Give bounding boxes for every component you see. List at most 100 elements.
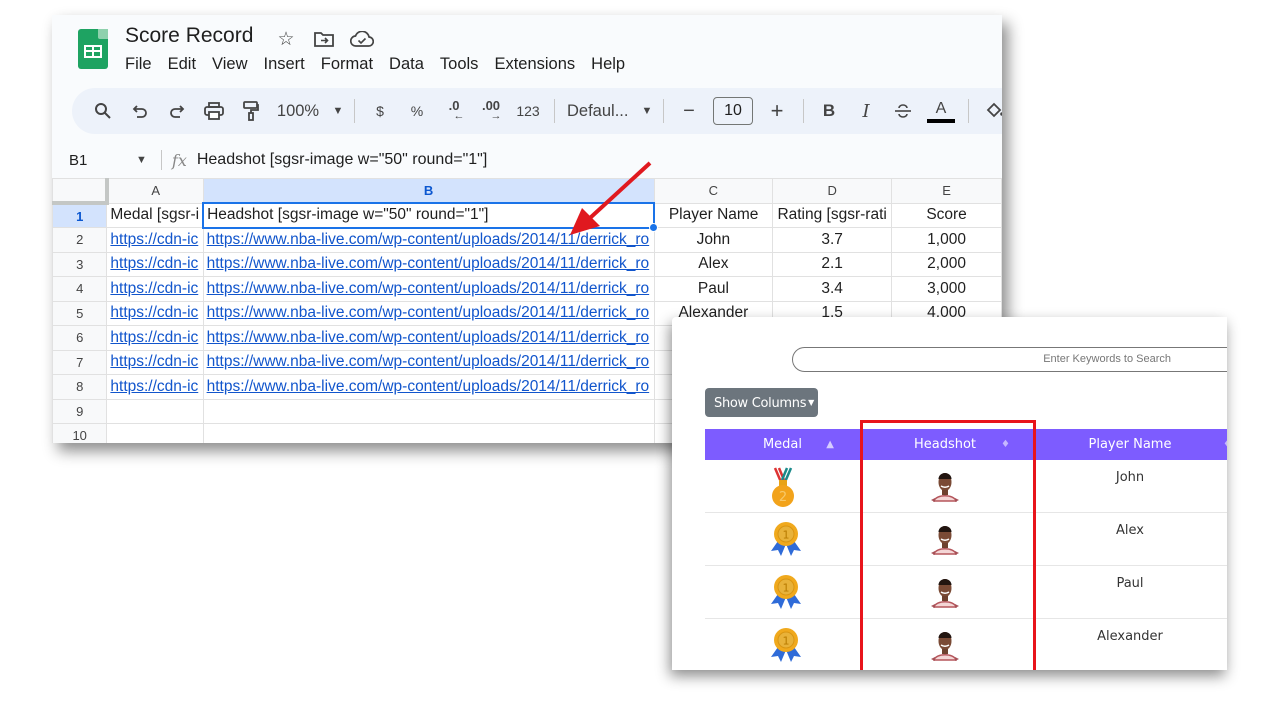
column-header-e[interactable]: E [891, 178, 1002, 204]
font-size-input[interactable]: 10 [713, 97, 753, 125]
cell-rating[interactable]: 3.4 [772, 276, 893, 302]
column-header-player-name[interactable]: Player Name ♦ [1030, 429, 1227, 460]
italic-button[interactable]: I [853, 96, 879, 126]
table-row: 2 John [705, 460, 1227, 513]
menu-bar: File Edit View Insert Format Data Tools … [125, 55, 641, 74]
redo-icon[interactable] [164, 96, 190, 126]
row-header[interactable]: 2 [52, 227, 108, 253]
empty-cell[interactable] [106, 398, 204, 424]
cell-medal-url[interactable]: https://cdn-ic [106, 325, 204, 351]
cloud-saved-icon[interactable] [350, 27, 374, 51]
cell-b1-active[interactable]: Headshot [sgsr-image w="50" round="1"] [202, 202, 659, 232]
column-header-a[interactable]: A [106, 178, 204, 204]
move-to-folder-icon[interactable] [312, 27, 336, 51]
formula-input[interactable]: Headshot [sgsr-image w="50" round="1"] [197, 151, 487, 169]
cell-headshot-url[interactable]: https://www.nba-live.com/wp-content/uplo… [202, 276, 655, 302]
cell-player-name[interactable]: John [653, 227, 774, 253]
row-header[interactable]: 5 [52, 300, 108, 326]
row-header[interactable]: 9 [52, 398, 108, 424]
row-header[interactable]: 1 [52, 202, 108, 228]
row-header[interactable]: 3 [52, 251, 108, 277]
format-percent-button[interactable]: % [404, 96, 430, 126]
column-header-b[interactable]: B [202, 178, 655, 204]
paint-format-icon[interactable] [238, 96, 264, 126]
row-header[interactable]: 4 [52, 276, 108, 302]
row-header[interactable]: 10 [52, 423, 108, 443]
cell-a1[interactable]: Medal [sgsr-i [106, 202, 204, 228]
font-chevron-down-icon[interactable]: ▼ [641, 96, 653, 126]
menu-help[interactable]: Help [591, 55, 633, 74]
cell-medal-url[interactable]: https://cdn-ic [106, 276, 204, 302]
cell-medal-url[interactable]: https://cdn-ic [106, 227, 204, 253]
column-header-d[interactable]: D [772, 178, 893, 204]
row-header[interactable]: 7 [52, 349, 108, 375]
cell-d1[interactable]: Rating [sgsr-rati [772, 202, 893, 228]
cell-e1[interactable]: Score [891, 202, 1002, 228]
sheets-logo-icon[interactable] [78, 29, 108, 69]
menu-extensions[interactable]: Extensions [494, 55, 583, 74]
cell-headshot-url[interactable]: https://www.nba-live.com/wp-content/uplo… [202, 349, 655, 375]
menu-insert[interactable]: Insert [264, 55, 313, 74]
show-columns-button[interactable]: Show Columns ▼ [705, 388, 818, 417]
increase-font-size-button[interactable]: + [764, 96, 790, 126]
cell-medal-url[interactable]: https://cdn-ic [106, 349, 204, 375]
fill-color-icon[interactable] [981, 96, 1002, 126]
cell-headshot-url[interactable]: https://www.nba-live.com/wp-content/uplo… [202, 251, 655, 277]
cell-rating[interactable]: 2.1 [772, 251, 893, 277]
menu-format[interactable]: Format [321, 55, 381, 74]
bold-button[interactable]: B [816, 96, 842, 126]
column-header-c[interactable]: C [653, 178, 774, 204]
star-icon[interactable]: ☆ [274, 27, 298, 51]
empty-cell[interactable] [202, 398, 655, 424]
undo-icon[interactable] [127, 96, 153, 126]
menu-file[interactable]: File [125, 55, 160, 74]
document-title[interactable]: Score Record [125, 24, 253, 48]
decrease-font-size-button[interactable]: − [676, 96, 702, 126]
cell-headshot-url[interactable]: https://www.nba-live.com/wp-content/uplo… [202, 300, 655, 326]
name-box-chevron-down-icon[interactable]: ▼ [136, 154, 147, 166]
cell-headshot [860, 513, 1030, 565]
increase-decimal-button[interactable]: .00 → [478, 96, 504, 126]
cell-headshot-url[interactable]: https://www.nba-live.com/wp-content/uplo… [202, 325, 655, 351]
cell-medal-url[interactable]: https://cdn-ic [106, 251, 204, 277]
column-header-medal[interactable]: Medal ▲ [705, 429, 860, 460]
row-header[interactable]: 8 [52, 374, 108, 400]
name-box[interactable]: B1 [52, 152, 124, 169]
cell-score[interactable]: 3,000 [891, 276, 1002, 302]
menu-edit[interactable]: Edit [168, 55, 204, 74]
cell-score[interactable]: 2,000 [891, 251, 1002, 277]
column-header-headshot[interactable]: Headshot ♦ [860, 429, 1030, 460]
cell-headshot-url[interactable]: https://www.nba-live.com/wp-content/uplo… [202, 374, 655, 400]
zoom-chevron-down-icon[interactable]: ▼ [332, 96, 344, 126]
search-input[interactable]: Enter Keywords to Search [792, 347, 1227, 372]
sort-icon[interactable]: ♦ [1223, 429, 1227, 460]
cell-player-name[interactable]: Paul [653, 276, 774, 302]
zoom-select[interactable]: 100% [275, 96, 321, 126]
select-all-corner[interactable] [52, 178, 109, 205]
cell-medal-url[interactable]: https://cdn-ic [106, 300, 204, 326]
row-header[interactable]: 6 [52, 325, 108, 351]
print-icon[interactable] [201, 96, 227, 126]
more-formats-button[interactable]: 123 [515, 96, 541, 126]
font-family-select[interactable]: Defaul... [567, 96, 637, 126]
cell-score[interactable]: 1,000 [891, 227, 1002, 253]
cell-headshot-url[interactable]: https://www.nba-live.com/wp-content/uplo… [202, 227, 655, 253]
cell-medal-url[interactable]: https://cdn-ic [106, 374, 204, 400]
search-menus-icon[interactable] [90, 96, 116, 126]
menu-tools[interactable]: Tools [440, 55, 487, 74]
empty-cell[interactable] [202, 423, 655, 443]
cell-player-name: Alexander [1097, 629, 1163, 644]
menu-view[interactable]: View [212, 55, 255, 74]
menu-data[interactable]: Data [389, 55, 432, 74]
fill-handle[interactable] [649, 222, 659, 232]
cell-c1[interactable]: Player Name [653, 202, 774, 228]
strikethrough-icon[interactable] [890, 96, 916, 126]
sort-icon[interactable]: ♦ [1001, 429, 1010, 460]
sort-asc-icon[interactable]: ▲ [826, 429, 834, 460]
format-currency-button[interactable]: $ [367, 96, 393, 126]
empty-cell[interactable] [106, 423, 204, 443]
text-color-button[interactable]: A [927, 96, 955, 126]
cell-player-name[interactable]: Alex [653, 251, 774, 277]
decrease-decimal-button[interactable]: .0 ← [441, 96, 467, 126]
cell-rating[interactable]: 3.7 [772, 227, 893, 253]
